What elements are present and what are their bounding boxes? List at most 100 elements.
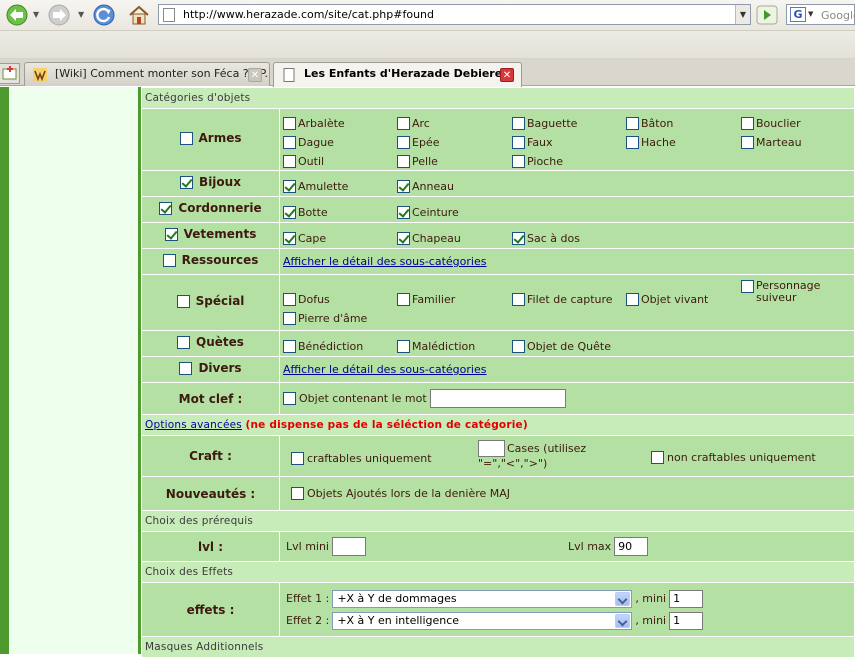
option-marteau[interactable]: Marteau: [741, 131, 851, 149]
effect-2-mini-input[interactable]: [669, 611, 704, 630]
option-dague[interactable]: Dague: [283, 131, 397, 149]
option-faux[interactable]: Faux: [512, 131, 626, 149]
tab-title: [Wiki] Comment monter son Féca ? - P...: [55, 67, 270, 80]
option-botte[interactable]: Botte: [283, 201, 397, 219]
divers-detail-link[interactable]: Afficher le détail des sous-catégories: [283, 363, 486, 376]
option-malediction[interactable]: Malédiction: [397, 335, 512, 353]
option-arbalete[interactable]: Arbalète: [283, 112, 397, 130]
option-epee[interactable]: Epée: [397, 131, 512, 149]
forward-history-dropdown-icon[interactable]: ▼: [78, 10, 84, 19]
tab-wiki[interactable]: [Wiki] Comment monter son Féca ? - P... …: [24, 62, 270, 86]
option-benediction[interactable]: Bénédiction: [283, 335, 397, 353]
option-anneau[interactable]: Anneau: [397, 175, 512, 193]
nouveautes-options: Objets Ajoutés lors de la denière MAJ: [279, 476, 855, 511]
back-history-dropdown-icon[interactable]: ▼: [33, 10, 39, 19]
search-engine-dropdown-icon[interactable]: ▼: [808, 10, 813, 18]
effect-1-select[interactable]: +X à Y de dommages: [332, 589, 633, 608]
back-button[interactable]: [4, 3, 30, 27]
page-favicon-icon: [283, 68, 295, 82]
lvl-label: lvl :: [141, 531, 280, 562]
craftables-checkbox[interactable]: [291, 452, 304, 465]
tab-herazade[interactable]: Les Enfants d'Herazade Debiere :: ✕: [273, 62, 522, 87]
lvl-max-input[interactable]: [614, 536, 649, 556]
option-arc[interactable]: Arc: [397, 112, 512, 130]
forward-button[interactable]: [46, 3, 72, 27]
reload-button[interactable]: [91, 3, 117, 27]
section-prereq: Choix des prérequis: [141, 510, 855, 532]
lvl-min-input[interactable]: [332, 536, 366, 556]
close-tab-icon[interactable]: ✕: [248, 68, 262, 82]
chevron-down-icon[interactable]: [615, 613, 631, 628]
effect-1-selected: +X à Y de dommages: [337, 591, 457, 605]
effect-1-label: Effet 1 :: [286, 592, 330, 605]
special-label: Spécial: [195, 294, 245, 309]
category-vetements: Vetements: [141, 222, 280, 249]
left-sidebar: [9, 87, 139, 654]
option-ceinture[interactable]: Ceinture: [397, 201, 512, 219]
vetements-options: Cape Chapeau Sac à dos: [279, 222, 855, 249]
option-personnage-suiveur[interactable]: Personnage suiveur: [741, 280, 851, 306]
special-options: Dofus Familier Filet de capture Objet vi…: [279, 274, 855, 331]
category-cordonnerie: Cordonnerie: [141, 196, 280, 223]
go-button[interactable]: [756, 5, 778, 25]
address-bar[interactable]: http://www.herazade.com/site/cat.php#fou…: [158, 4, 751, 25]
bijoux-checkbox[interactable]: [180, 175, 194, 189]
cases-option: Cases (utilisez "=","<",">"): [478, 440, 586, 470]
divers-label: Divers: [198, 361, 242, 376]
keyword-input[interactable]: [429, 389, 566, 408]
effect-2-select[interactable]: +X à Y en intelligence: [332, 611, 633, 630]
vetements-label: Vetements: [183, 227, 257, 242]
category-ressources: Ressources: [141, 248, 280, 275]
address-text[interactable]: http://www.herazade.com/site/cat.php#fou…: [183, 8, 434, 21]
option-pierre-d-ame[interactable]: Pierre d'âme: [283, 307, 397, 325]
tab-title: Les Enfants d'Herazade Debiere ::: [304, 67, 515, 80]
option-outil[interactable]: Outil: [283, 150, 397, 168]
close-tab-icon[interactable]: ✕: [500, 68, 514, 82]
option-familier[interactable]: Familier: [397, 280, 512, 306]
home-button[interactable]: [126, 3, 152, 27]
option-pioche[interactable]: Pioche: [512, 150, 626, 168]
new-tab-button[interactable]: [0, 63, 20, 84]
option-pelle[interactable]: Pelle: [397, 150, 512, 168]
divers-checkbox[interactable]: [179, 361, 193, 375]
ressources-checkbox[interactable]: [162, 253, 176, 267]
nouveautes-checkbox[interactable]: [291, 487, 304, 500]
category-divers: Divers: [141, 356, 280, 383]
option-cape[interactable]: Cape: [283, 227, 397, 245]
craftables-option[interactable]: craftables uniquement: [291, 452, 432, 465]
address-dropdown-icon[interactable]: ▼: [735, 5, 750, 24]
option-chapeau[interactable]: Chapeau: [397, 227, 512, 245]
category-bijoux: Bijoux: [141, 170, 280, 197]
special-checkbox[interactable]: [176, 294, 190, 308]
effect-2-mini-label: , mini: [635, 614, 667, 627]
option-dofus[interactable]: Dofus: [283, 280, 397, 306]
armes-checkbox[interactable]: [179, 131, 193, 145]
advanced-options-link[interactable]: Options avancées: [145, 419, 242, 431]
option-baguette[interactable]: Baguette: [512, 112, 626, 130]
bijoux-options: Amulette Anneau: [279, 170, 855, 197]
option-bouclier[interactable]: Bouclier: [741, 112, 851, 130]
option-filet-de-capture[interactable]: Filet de capture: [512, 280, 626, 306]
effect-1-mini-input[interactable]: [669, 589, 704, 608]
vetements-checkbox[interactable]: [164, 227, 178, 241]
chevron-down-icon[interactable]: [615, 591, 631, 606]
page-icon: [163, 8, 175, 22]
section-effects: Choix des Effets: [141, 561, 855, 583]
back-arrow-icon: [6, 4, 28, 26]
non-craftables-option[interactable]: non craftables uniquement: [651, 451, 816, 464]
option-objet-de-quete[interactable]: Objet de Quête: [512, 335, 626, 353]
tab-strip: [Wiki] Comment monter son Féca ? - P... …: [0, 59, 855, 87]
ressources-detail-link[interactable]: Afficher le détail des sous-catégories: [283, 255, 486, 268]
keyword-checkbox[interactable]: [283, 392, 296, 405]
search-box[interactable]: G ▼ Google: [786, 4, 855, 25]
non-craftables-checkbox[interactable]: [651, 451, 664, 464]
cordonnerie-checkbox[interactable]: [159, 201, 173, 215]
google-icon[interactable]: G: [790, 7, 806, 22]
option-hache[interactable]: Hache: [626, 131, 741, 149]
option-sac-a-dos[interactable]: Sac à dos: [512, 227, 626, 245]
cases-input[interactable]: [478, 440, 505, 457]
option-amulette[interactable]: Amulette: [283, 175, 397, 193]
quetes-checkbox[interactable]: [177, 335, 191, 349]
option-baton[interactable]: Bâton: [626, 112, 741, 130]
option-objet-vivant[interactable]: Objet vivant: [626, 280, 741, 306]
